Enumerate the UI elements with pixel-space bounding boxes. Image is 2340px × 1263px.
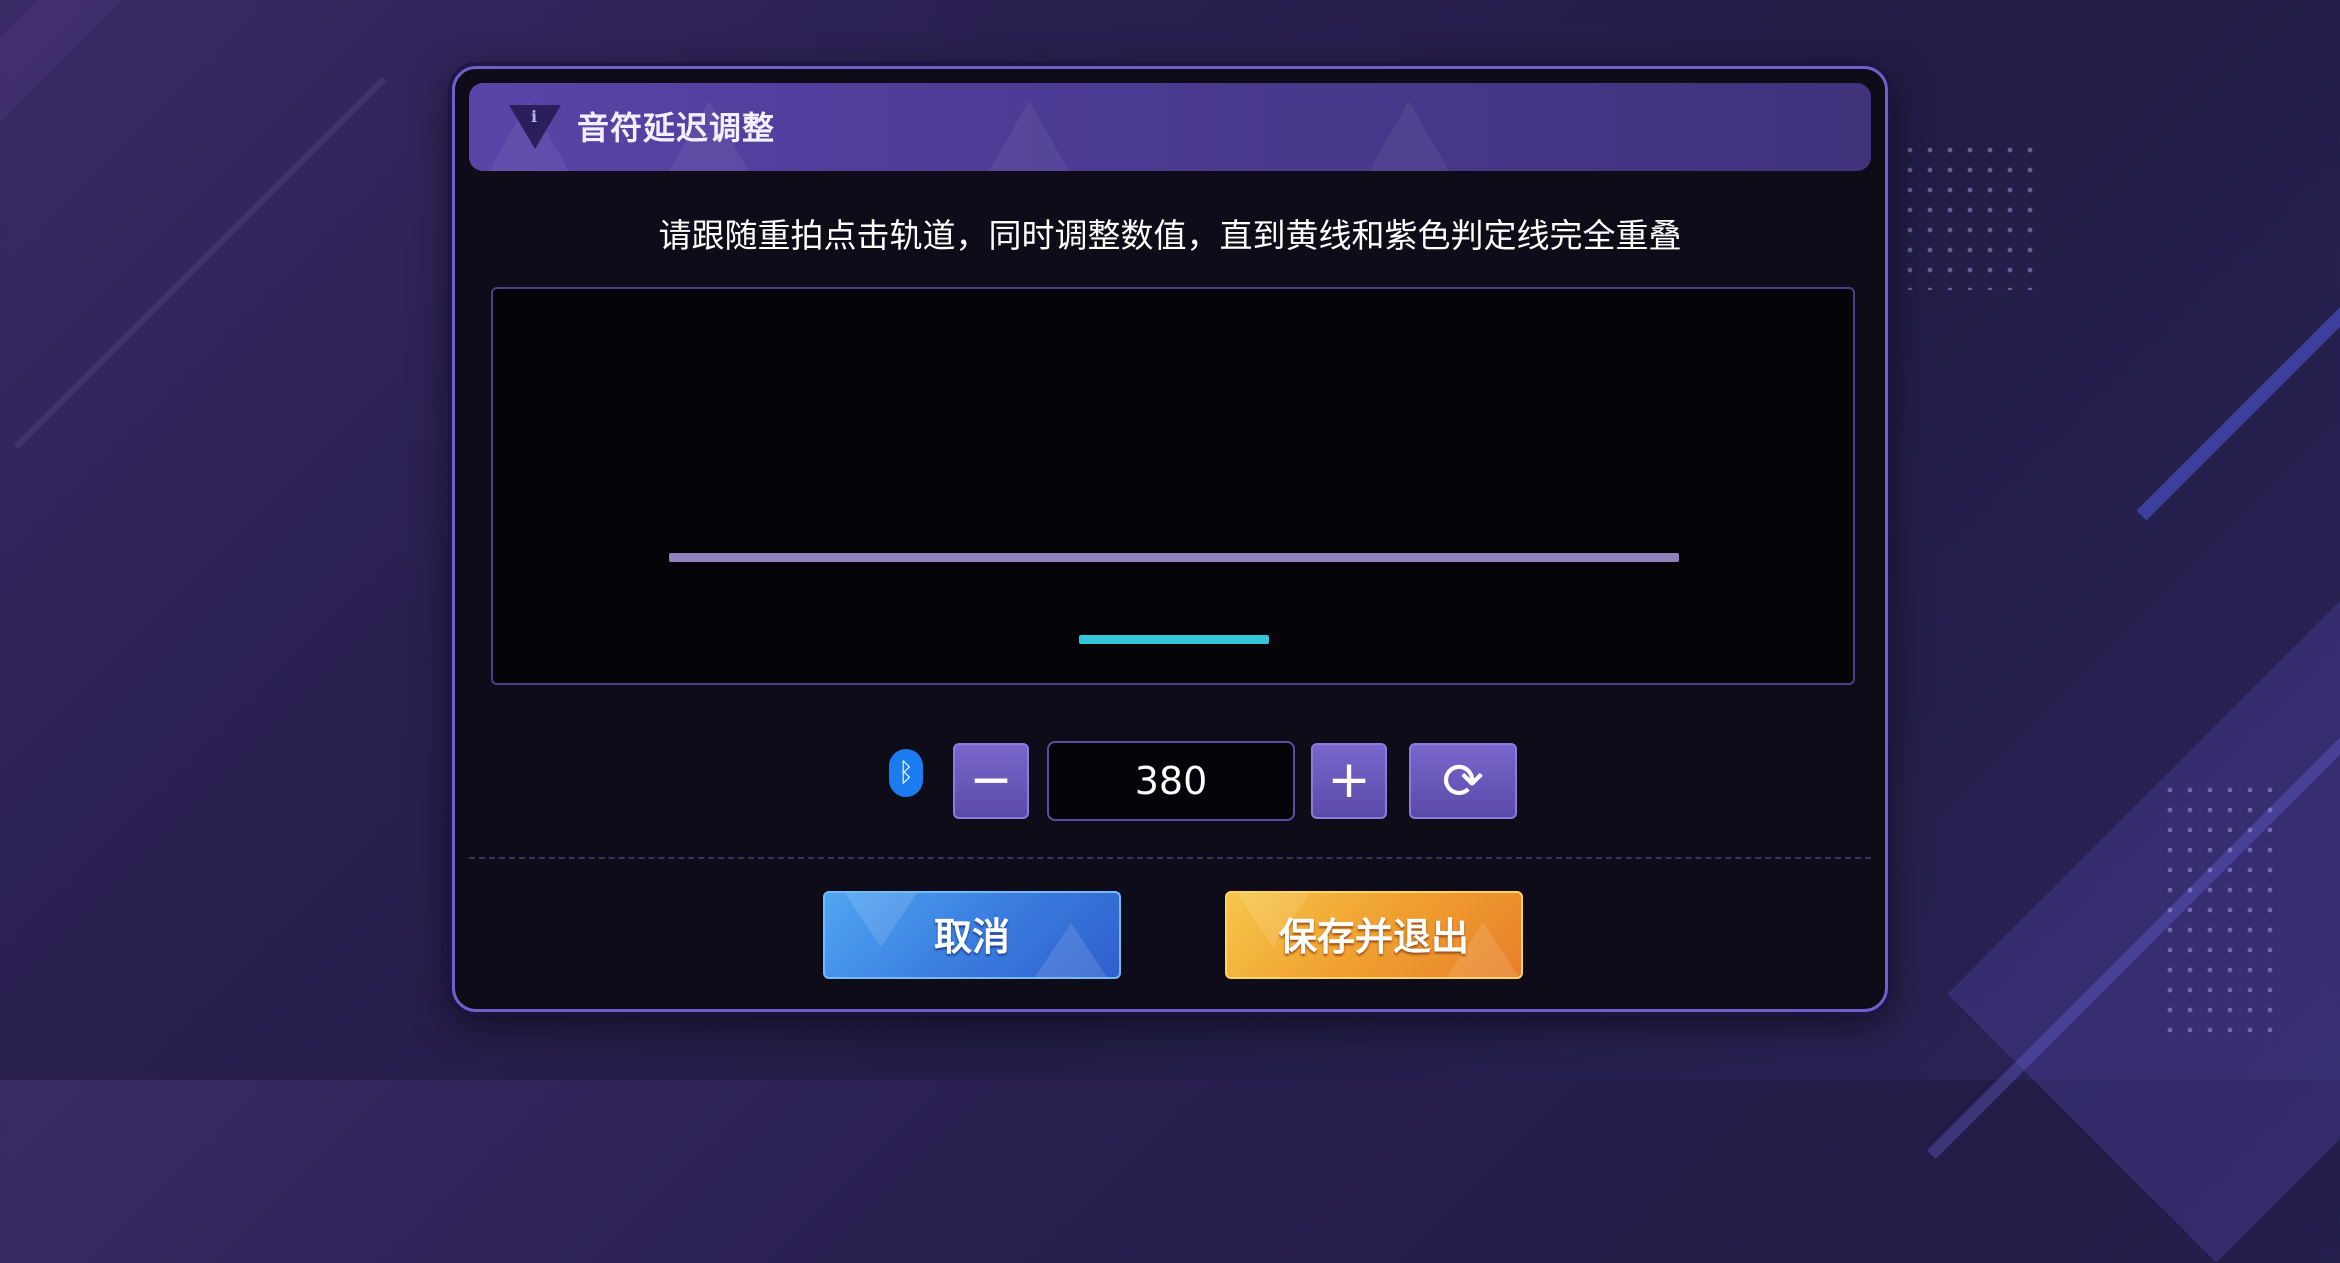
reset-button[interactable]: ⟳ — [1409, 743, 1517, 819]
background-dots — [1900, 140, 2040, 290]
increase-button[interactable]: + — [1311, 743, 1387, 819]
refresh-icon: ⟳ — [1442, 752, 1484, 810]
save-exit-button[interactable]: 保存并退出 — [1225, 891, 1523, 979]
delay-value-field[interactable]: 380 — [1047, 741, 1295, 821]
background-stripe — [14, 77, 386, 449]
cancel-label: 取消 — [933, 915, 1010, 959]
delay-controls: ᛒ − 380 + ⟳ — [455, 729, 1885, 821]
info-icon: i — [509, 105, 561, 149]
background-dots — [2160, 780, 2280, 1040]
judge-line — [669, 553, 1679, 562]
tap-track[interactable] — [491, 287, 1855, 685]
cancel-button[interactable]: 取消 — [823, 891, 1121, 979]
background-stripe — [0, 0, 419, 199]
dialog-header: i 音符延迟调整 — [469, 83, 1871, 171]
bluetooth-icon: ᛒ — [889, 749, 923, 797]
dashed-divider — [469, 857, 1871, 859]
dialog-title: 音符延迟调整 — [577, 109, 776, 147]
note-delay-dialog: i 音符延迟调整 请跟随重拍点击轨道，同时调整数值，直到黄线和紫色判定线完全重叠… — [452, 66, 1888, 1012]
save-exit-label: 保存并退出 — [1278, 915, 1469, 959]
background-stripe — [1947, 357, 2340, 1263]
timing-indicator-line — [1079, 635, 1269, 644]
decrease-button[interactable]: − — [953, 743, 1029, 819]
instruction-text: 请跟随重拍点击轨道，同时调整数值，直到黄线和紫色判定线完全重叠 — [658, 216, 1682, 255]
background-stripe — [2136, 213, 2340, 521]
